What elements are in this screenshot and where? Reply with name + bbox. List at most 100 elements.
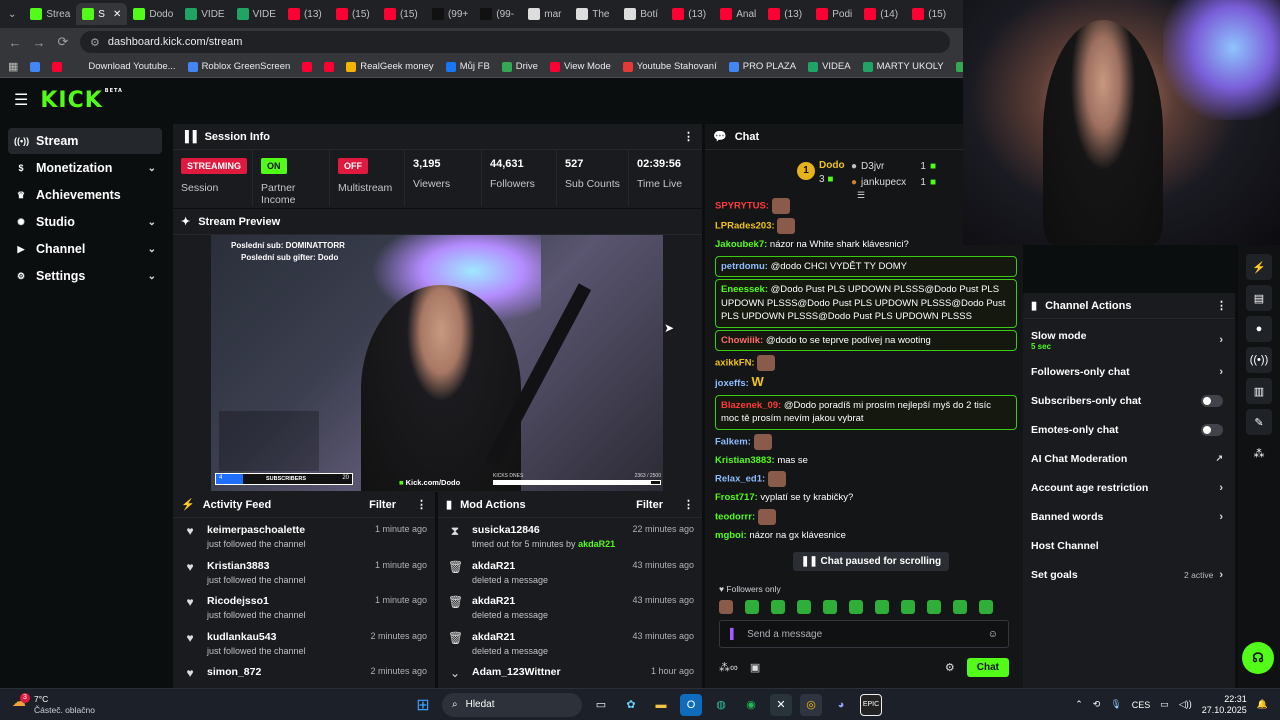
mod-filter-button[interactable]: Filter (636, 499, 663, 511)
emote-icon[interactable] (927, 600, 941, 614)
chat-username[interactable]: Blazenek_09: (721, 400, 781, 411)
mod-action-row[interactable]: 🗑 akdaR21 deleted a message 43 minutes ago (438, 589, 702, 625)
settings-icon[interactable]: ⚙ (945, 661, 955, 674)
activity-user[interactable]: kudlankau543 (207, 631, 306, 643)
close-icon[interactable]: ✕ (113, 9, 121, 20)
chat-message[interactable]: axikkFN: (705, 353, 1023, 373)
chat-message[interactable]: joxeffs: W (705, 373, 1023, 393)
mod-action-user[interactable]: Adam_123Wittner (472, 666, 561, 678)
activity-row[interactable]: ♥ simon_872 2 minutes ago (173, 660, 435, 688)
browser-tab[interactable]: (15) (378, 3, 426, 25)
mod-action-user[interactable]: akdaR21 (472, 631, 548, 643)
emote-icon[interactable] (979, 600, 993, 614)
mod-action-user[interactable]: susicka12846 (472, 524, 615, 536)
channel-action-host-channel[interactable]: Host Channel (1023, 531, 1235, 560)
epic-icon[interactable]: EPIC (860, 693, 882, 716)
outlook-icon[interactable]: O (680, 693, 702, 716)
back-icon[interactable]: ← (8, 35, 22, 50)
channel-action-slow-mode[interactable]: Slow mode 5 sec › (1023, 323, 1235, 357)
edge-icon[interactable]: ◍ (710, 694, 732, 716)
mod-action-user[interactable]: akdaR21 (472, 560, 548, 572)
network-icon[interactable]: ▭ (1160, 699, 1169, 710)
bookmark-item[interactable]: Youtube Stahovaní (622, 61, 717, 72)
channel-action-subscribers-only-chat[interactable]: Subscribers-only chat (1023, 386, 1235, 415)
mod-action-row[interactable]: 🗑 akdaR21 deleted a message 43 minutes ago (438, 625, 702, 661)
emote-icon[interactable] (771, 600, 785, 614)
browser-tab[interactable]: (15) (330, 3, 378, 25)
start-icon[interactable]: ⊞ (412, 694, 434, 716)
emote-icon[interactable] (875, 600, 889, 614)
chat-username[interactable]: Frost717: (715, 492, 758, 503)
forward-icon[interactable]: → (32, 35, 46, 50)
mod-action-row[interactable]: ⌄ Adam_123Wittner 1 hour ago (438, 660, 702, 688)
activity-user[interactable]: keimerpaschoalette (207, 524, 306, 536)
chat-username[interactable]: axikkFN: (715, 358, 755, 369)
taskview-icon[interactable]: ▭ (590, 694, 612, 716)
language-indicator[interactable]: CES (1132, 700, 1151, 710)
toggle-switch[interactable] (1201, 423, 1223, 436)
chat-message[interactable]: Frost717: vyplatí se ty krabičky? (705, 489, 1023, 507)
chat-username[interactable]: SPYRYTUS: (715, 201, 769, 212)
chat-message[interactable]: Eneessek: @Dodo Pust PLS UPDOWN PLSSS@Do… (715, 279, 1017, 328)
bookmark-item[interactable]: Dodo videa (955, 61, 963, 72)
bookmark-item[interactable] (302, 61, 313, 72)
mic-icon[interactable]: ▌ (730, 629, 737, 640)
gift-icon[interactable]: ▣ (750, 661, 760, 674)
bookmark-item[interactable]: Roblox GreenScreen (187, 61, 290, 72)
activity-row[interactable]: ♥ kudlankau543 just followed the channel 2 … (173, 625, 435, 661)
more-icon[interactable]: ⋮ (416, 498, 427, 511)
emoji-icon[interactable]: ☺ (988, 629, 998, 640)
channel-action-ai-chat-moderation[interactable]: AI Chat Moderation ↗ (1023, 444, 1235, 473)
chat-paused-banner[interactable]: ❚❚ Chat paused for scrolling (793, 552, 950, 571)
chat-message[interactable]: Blazenek_09: @Dodo poradíš mi prosím nej… (715, 394, 1017, 430)
more-icon[interactable]: ⋮ (1216, 299, 1227, 312)
channel-action-set-goals[interactable]: Set goals 2 active › (1023, 560, 1235, 589)
browser-tab[interactable]: VIDE (231, 3, 282, 25)
chat-message[interactable]: Kristian3883: mas se (705, 452, 1023, 470)
chat-message[interactable]: Chowiiik: @dodo to se teprve podívej na … (715, 329, 1017, 351)
channel-action-banned-words[interactable]: Banned words › (1023, 502, 1235, 531)
bookmark-item[interactable]: Můj FB (445, 61, 490, 72)
emote-icon[interactable] (823, 600, 837, 614)
browser-tab[interactable]: (13) (762, 3, 810, 25)
sync-icon[interactable]: ⟲ (1093, 699, 1101, 710)
emote-icon[interactable] (953, 600, 967, 614)
chat-username[interactable]: mgboi: (715, 530, 747, 541)
chat-username[interactable]: Chowiiik: (721, 335, 763, 346)
reload-icon[interactable]: ⟳ (56, 34, 70, 50)
activity-row[interactable]: ♥ Ricodejsso1 just followed the channel 1 m… (173, 589, 435, 625)
browser-tab[interactable]: Strea (24, 3, 76, 25)
chat-bubble-icon[interactable]: ● (1246, 316, 1272, 342)
bookmark-item[interactable] (324, 61, 335, 72)
chat-username[interactable]: Relax_ed1: (715, 474, 765, 485)
mod-action-row[interactable]: ⧗ susicka12846 timed out for 5 minutes by … (438, 518, 702, 554)
bookmark-item[interactable]: VIDEA (808, 61, 851, 72)
browser-tab[interactable]: The (570, 3, 618, 25)
weather-widget[interactable]: ☁ 3 7°C Částeč. oblačno (0, 690, 120, 720)
gifter-name[interactable]: jankupecx (861, 177, 906, 188)
activity-user[interactable]: Ricodejsso1 (207, 595, 306, 607)
activity-user[interactable]: simon_872 (207, 666, 261, 678)
browser-tab[interactable]: Anal (714, 3, 762, 25)
chat-username[interactable]: petrdomu: (721, 261, 768, 272)
kick-logo[interactable]: KICK BETA (40, 88, 123, 113)
browser-tab[interactable]: (14) (858, 3, 906, 25)
channel-action-emotes-only-chat[interactable]: Emotes-only chat (1023, 415, 1235, 444)
notifications-icon[interactable]: 🔔 (1257, 699, 1268, 710)
people-icon[interactable]: ⁂ (1246, 440, 1272, 466)
browser-tab[interactable]: S ✕ (76, 3, 128, 25)
chat-username[interactable]: LPRades203: (715, 221, 775, 232)
bookmark-item[interactable] (52, 61, 63, 72)
bookmark-item[interactable]: Download Youtube... (74, 61, 176, 72)
mod-action-by[interactable]: akdaR21 (578, 539, 615, 549)
emote-icon[interactable] (849, 600, 863, 614)
chat-username[interactable]: joxeffs: (715, 378, 749, 389)
activity-filter-button[interactable]: Filter (369, 499, 396, 511)
channel-action-account-age-restriction[interactable]: Account age restriction › (1023, 473, 1235, 502)
browser-tab[interactable]: Dodo (127, 3, 179, 25)
sidebar-item-channel[interactable]: ▶ Channel ⌄ (8, 236, 162, 262)
sidebar-item-settings[interactable]: ⚙ Settings ⌄ (8, 263, 162, 289)
more-icon[interactable]: ⋮ (683, 498, 694, 511)
clock[interactable]: 22:31 27.10.2025 (1202, 694, 1247, 716)
tray-chevron-icon[interactable]: ⌃ (1075, 699, 1083, 710)
